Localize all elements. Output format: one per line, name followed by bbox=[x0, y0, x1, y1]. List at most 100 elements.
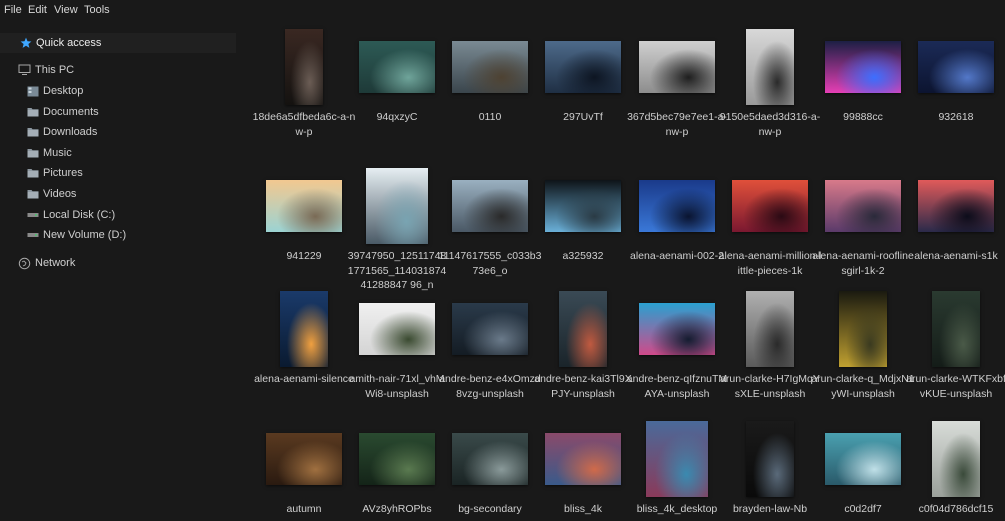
file-name: arun-clarke-q_MdjxN1yWI-unsplash bbox=[811, 373, 915, 400]
thumbnail-container bbox=[724, 165, 816, 247]
menu-edit[interactable]: Edit bbox=[28, 4, 47, 16]
file-name: arun-clarke-H7IgMqYsXLE-unsplash bbox=[720, 373, 820, 400]
sidebar-item-music[interactable]: Music bbox=[0, 143, 236, 163]
sidebar-item-new-volume-d[interactable]: New Volume (D:) bbox=[0, 225, 236, 245]
image-thumbnail bbox=[746, 29, 794, 105]
thumbnail-container bbox=[351, 288, 443, 370]
file-name: 9150e5daed3d316-a-nw-p bbox=[719, 111, 821, 138]
sidebar-item-label: New Volume (D:) bbox=[43, 229, 127, 242]
file-name: alena-aenami-s1k bbox=[914, 250, 998, 262]
file-grid: 18de6a5dfbeda6c-a-nw-p 94qxzyC 0110 297UvTf… bbox=[240, 20, 1005, 521]
file-name: 94qxzyC bbox=[376, 111, 418, 123]
sidebar-item-network[interactable]: Network bbox=[0, 253, 236, 273]
file-name: andre-benz-kai3Tl9XPJY-unsplash bbox=[534, 373, 632, 400]
sidebar-item-downloads[interactable]: Downloads bbox=[0, 122, 236, 142]
file-name: andre-benz-qIfznuTMAYA-unsplash bbox=[626, 373, 728, 400]
thumbnail-container bbox=[631, 288, 723, 370]
thumbnail-container bbox=[444, 288, 536, 370]
file-name: andre-benz-e4xOmzd8vzg-unsplash bbox=[439, 373, 541, 400]
sidebar-item-label: Quick access bbox=[36, 37, 102, 49]
file-name: autumn bbox=[286, 503, 322, 515]
desktop-icon bbox=[26, 85, 39, 98]
thumbnail-container bbox=[537, 288, 629, 370]
sidebar-item-this-pc[interactable]: This PC bbox=[0, 60, 236, 80]
thumbnail-container bbox=[817, 165, 909, 247]
sidebar-item-label: Music bbox=[43, 146, 72, 159]
sidebar-item-videos[interactable]: Videos bbox=[0, 184, 236, 204]
downloads-folder-icon bbox=[26, 126, 39, 139]
sidebar-item-label: Downloads bbox=[43, 126, 98, 139]
file-name: 932618 bbox=[938, 111, 974, 123]
image-thumbnail bbox=[639, 180, 715, 232]
thumbnail-container bbox=[910, 26, 1002, 108]
menu-file[interactable]: File bbox=[4, 4, 22, 16]
image-thumbnail bbox=[285, 29, 323, 105]
image-thumbnail bbox=[266, 433, 342, 485]
sidebar-item-documents[interactable]: Documents bbox=[0, 102, 236, 122]
sidebar-item-desktop[interactable]: Desktop bbox=[0, 81, 236, 101]
thumbnail-container bbox=[444, 26, 536, 108]
computer-icon bbox=[18, 64, 31, 77]
thumbnail-container bbox=[631, 165, 723, 247]
file-name: AVz8yhROPbs bbox=[362, 503, 432, 515]
image-thumbnail bbox=[746, 421, 794, 497]
file-name: brayden-law-Nb bbox=[732, 503, 808, 515]
drive-icon bbox=[26, 208, 39, 221]
image-thumbnail bbox=[839, 291, 887, 367]
thumbnail-container bbox=[537, 418, 629, 500]
thumbnail-container bbox=[910, 165, 1002, 247]
videos-folder-icon bbox=[26, 188, 39, 201]
thumbnail-container bbox=[817, 26, 909, 108]
thumbnail-container bbox=[258, 418, 350, 500]
image-thumbnail bbox=[452, 41, 528, 93]
file-name: a325932 bbox=[562, 250, 604, 262]
thumbnail-container bbox=[444, 165, 536, 247]
image-thumbnail bbox=[359, 41, 435, 93]
file-name: alena-aenami-002-2 bbox=[630, 250, 724, 262]
thumbnail-container bbox=[258, 288, 350, 370]
image-thumbnail bbox=[366, 168, 428, 244]
sidebar-item-label: Videos bbox=[43, 188, 77, 200]
navigation-sidebar: Quick access This PC Desktop Documents Dow… bbox=[0, 26, 240, 521]
sidebar-item-local-disk-c[interactable]: Local Disk (C:) bbox=[0, 205, 236, 225]
sidebar-item-label: Pictures bbox=[43, 167, 83, 180]
image-thumbnail bbox=[280, 291, 328, 367]
image-thumbnail bbox=[932, 291, 980, 367]
file-name: arun-clarke-WTKFxbfvKUE-unsplash bbox=[906, 373, 1005, 400]
menu-bar: File Edit View Tools bbox=[0, 0, 1005, 20]
image-thumbnail bbox=[452, 303, 528, 355]
sidebar-item-quick-access[interactable]: Quick access bbox=[0, 33, 236, 53]
file-name: amith-nair-71xl_vhMWi8-unsplash bbox=[349, 373, 445, 400]
thumbnail-container bbox=[817, 288, 909, 370]
sidebar-item-label: Documents bbox=[43, 105, 99, 118]
thumbnail-container bbox=[817, 418, 909, 500]
sidebar-item-label: This PC bbox=[35, 64, 75, 76]
image-thumbnail bbox=[266, 180, 342, 232]
image-thumbnail bbox=[932, 421, 980, 497]
menu-view[interactable]: View bbox=[54, 4, 78, 16]
sidebar-item-pictures[interactable]: Pictures bbox=[0, 163, 236, 183]
image-thumbnail bbox=[918, 180, 994, 232]
file-name: 18de6a5dfbeda6c-a-nw-p bbox=[252, 111, 356, 138]
file-name: 0110 bbox=[478, 111, 502, 123]
image-thumbnail bbox=[545, 180, 621, 232]
thumbnail-container bbox=[910, 418, 1002, 500]
sidebar-item-label: Desktop bbox=[43, 85, 84, 97]
file-name: bliss_4k bbox=[564, 503, 602, 515]
image-thumbnail bbox=[732, 180, 808, 232]
image-thumbnail bbox=[639, 41, 715, 93]
image-thumbnail bbox=[746, 291, 794, 367]
file-name: c0d2df7 bbox=[844, 503, 882, 515]
music-folder-icon bbox=[26, 146, 39, 159]
menu-tools[interactable]: Tools bbox=[84, 4, 110, 16]
thumbnail-container bbox=[631, 26, 723, 108]
image-thumbnail bbox=[825, 41, 901, 93]
thumbnail-container bbox=[724, 288, 816, 370]
file-name: 297UvTf bbox=[563, 111, 603, 123]
thumbnail-container bbox=[258, 26, 350, 108]
image-thumbnail bbox=[545, 433, 621, 485]
image-thumbnail bbox=[825, 433, 901, 485]
image-thumbnail bbox=[545, 41, 621, 93]
thumbnail-container bbox=[351, 418, 443, 500]
sidebar-item-label: Local Disk (C:) bbox=[43, 208, 116, 221]
